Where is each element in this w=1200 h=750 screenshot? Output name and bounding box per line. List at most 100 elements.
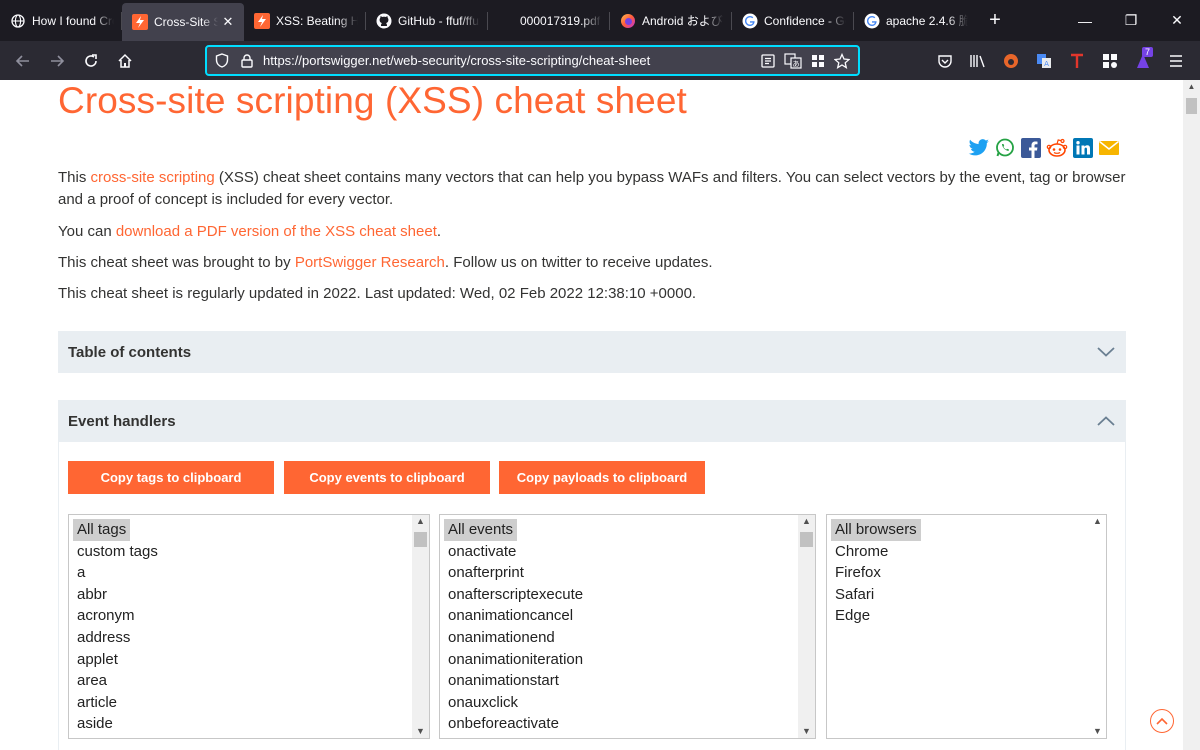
scroll-up-icon[interactable]: ▲ [798,516,815,526]
tab-1-active[interactable]: Cross-Site Scripting ✕ [122,3,244,41]
list-item[interactable]: a [73,562,411,584]
portswigger-icon [132,14,148,30]
tab-0[interactable]: How I found Cross [0,0,122,41]
list-item[interactable]: aside [73,713,411,735]
tags-listbox[interactable]: All tags custom tags a abbr acronym addr… [68,514,430,739]
back-button[interactable] [6,45,40,77]
browsers-list: All browsers Chrome Firefox Safari Edge [831,519,1088,627]
email-share-icon[interactable] [1098,137,1120,159]
list-item[interactable]: Safari [831,584,1088,606]
events-scrollbar[interactable]: ▲ ▼ [798,515,815,738]
tab-title: How I found Cross [32,13,114,28]
apps-grid-icon[interactable] [1093,45,1126,77]
list-item[interactable]: onafterscriptexecute [444,584,797,606]
table-of-contents-toggle[interactable]: Table of contents [58,331,1126,373]
minimize-button[interactable]: — [1062,0,1108,41]
list-item[interactable]: onauxclick [444,692,797,714]
browsers-listbox[interactable]: All browsers Chrome Firefox Safari Edge … [826,514,1107,739]
events-listbox[interactable]: All events onactivate onafterprint onaft… [439,514,816,739]
download-pdf-link[interactable]: download a PDF version of the XSS cheat … [116,223,437,240]
list-item[interactable]: article [73,692,411,714]
list-item[interactable]: onanimationcancel [444,605,797,627]
list-item[interactable]: address [73,627,411,649]
home-icon [118,53,132,68]
back-to-top-button[interactable] [1150,709,1174,733]
list-item[interactable]: onanimationstart [444,670,797,692]
scroll-up-icon[interactable]: ▲ [1089,516,1106,526]
list-item[interactable]: onanimationend [444,627,797,649]
list-item[interactable]: All tags [73,519,411,541]
list-item[interactable]: applet [73,649,411,671]
last-updated-text: This cheat sheet is regularly updated in… [58,285,697,302]
shield-icon[interactable] [215,53,229,68]
browsers-scrollbar[interactable]: ▲ ▼ [1089,515,1106,738]
home-button[interactable] [108,45,142,77]
extension-badge-icon[interactable]: 7 [1126,45,1159,77]
event-handlers-toggle[interactable]: Event handlers [58,400,1126,442]
tab-3[interactable]: GitHub - ffuf/ffuf [366,0,488,41]
bookmark-star-icon[interactable] [834,52,850,69]
tab-4[interactable]: 000017319.pdf [488,0,610,41]
reader-view-icon[interactable] [760,53,776,69]
pdf-text-end: . [436,223,442,240]
scroll-down-icon[interactable]: ▼ [1089,726,1106,736]
scroll-down-icon[interactable]: ▼ [412,726,429,736]
page-content: Cross-site scripting (XSS) cheat sheet T… [0,80,1200,750]
list-item[interactable]: Chrome [831,541,1088,563]
list-item[interactable]: onactivate [444,541,797,563]
url-text[interactable]: https://portswigger.net/web-security/cro… [263,53,760,68]
reddit-icon[interactable] [1046,137,1068,159]
facebook-icon[interactable] [1020,137,1042,159]
t-extension-icon[interactable] [1060,45,1093,77]
cross-site-scripting-link[interactable]: cross-site scripting [91,169,215,186]
list-item-label: All events [444,519,518,541]
tags-list: All tags custom tags a abbr acronym addr… [73,519,411,735]
scroll-up-icon[interactable]: ▲ [412,516,429,526]
page-scrollbar[interactable]: ▲ [1183,80,1200,750]
pocket-icon[interactable] [928,45,961,77]
copy-payloads-button[interactable]: Copy payloads to clipboard [499,461,705,494]
tags-scrollbar[interactable]: ▲ ▼ [412,515,429,738]
portswigger-research-link[interactable]: PortSwigger Research [295,254,445,271]
close-window-button[interactable]: ✕ [1154,0,1200,41]
list-item[interactable]: abbr [73,584,411,606]
menu-icon[interactable] [1159,45,1192,77]
address-bar[interactable]: https://portswigger.net/web-security/cro… [205,45,860,76]
extension-fox-icon[interactable] [994,45,1027,77]
tab-5[interactable]: Android および iOS [610,0,732,41]
translate-icon[interactable]: あ [784,52,802,69]
close-tab-icon[interactable]: ✕ [220,14,236,30]
tab-7[interactable]: apache 2.4.6 脆弱性 [854,0,976,41]
list-item[interactable]: onbeforeactivate [444,713,797,735]
list-item[interactable]: Edge [831,605,1088,627]
new-tab-button[interactable]: + [980,0,1010,41]
list-item[interactable]: acronym [73,605,411,627]
scrollbar-thumb[interactable] [414,532,427,547]
globe-icon [10,13,26,29]
list-item[interactable]: onafterprint [444,562,797,584]
list-item[interactable]: All browsers [831,519,1088,541]
extension-grid-icon[interactable] [810,53,826,69]
scroll-down-icon[interactable]: ▼ [798,726,815,736]
lock-icon[interactable] [241,53,253,68]
tab-6[interactable]: Confidence - Google [732,0,854,41]
library-icon[interactable] [961,45,994,77]
forward-button[interactable] [40,45,74,77]
list-item[interactable]: All events [444,519,797,541]
whatsapp-icon[interactable] [994,137,1016,159]
scrollbar-thumb[interactable] [800,532,813,547]
copy-tags-button[interactable]: Copy tags to clipboard [68,461,274,494]
reload-button[interactable] [74,45,108,77]
scroll-up-icon[interactable]: ▲ [1183,82,1200,91]
list-item[interactable]: area [73,670,411,692]
translate-extension-icon[interactable]: A [1027,45,1060,77]
linkedin-icon[interactable] [1072,137,1094,159]
list-item[interactable]: custom tags [73,541,411,563]
twitter-icon[interactable] [968,137,990,159]
page-scrollbar-thumb[interactable] [1186,98,1197,114]
list-item[interactable]: onanimationiteration [444,649,797,671]
restore-button[interactable]: ❐ [1108,0,1154,41]
copy-events-button[interactable]: Copy events to clipboard [284,461,490,494]
tab-2[interactable]: XSS: Beating HTML [244,0,366,41]
list-item[interactable]: Firefox [831,562,1088,584]
